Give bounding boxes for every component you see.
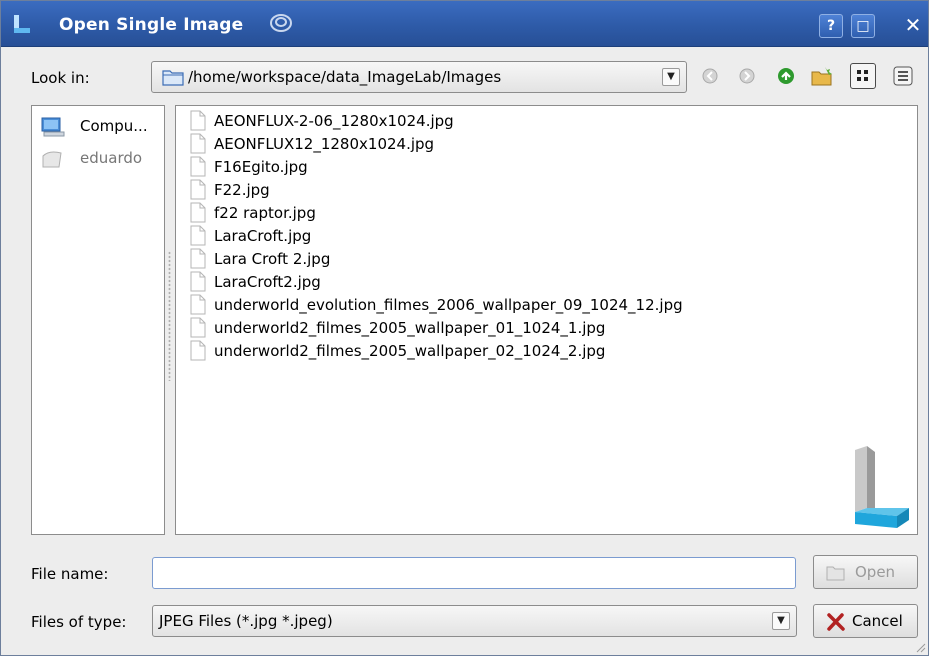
file-name-label-text: File name: xyxy=(31,565,109,583)
file-icon xyxy=(190,248,206,269)
file-icon xyxy=(190,110,206,131)
resize-grip-icon[interactable] xyxy=(914,641,926,653)
file-name: LaraCroft.jpg xyxy=(214,227,312,245)
splitter-handle[interactable] xyxy=(168,251,171,381)
open-folder-icon xyxy=(826,566,845,581)
sidebar-item-label: eduardo xyxy=(80,149,143,167)
sidebar-item-computer[interactable]: Compu... xyxy=(40,114,164,138)
file-icon xyxy=(190,340,206,361)
file-name: F16Egito.jpg xyxy=(214,158,308,176)
open-image-dialog: Open Single Image ? □ ✕ Look in: /home/w… xyxy=(0,0,929,656)
computer-icon xyxy=(41,117,65,137)
swirl-icon xyxy=(270,14,292,32)
file-icon xyxy=(190,202,206,223)
window-title: Open Single Image xyxy=(59,15,244,35)
folder-icon xyxy=(162,70,184,86)
file-name: AEONFLUX12_1280x1024.jpg xyxy=(214,135,435,153)
home-folder-icon xyxy=(42,151,62,168)
open-button-label: Open xyxy=(855,563,896,581)
file-icon xyxy=(190,133,206,154)
file-name: AEONFLUX-2-06_1280x1024.jpg xyxy=(214,112,454,130)
up-arrow-icon[interactable] xyxy=(774,64,798,88)
file-list: AEONFLUX-2-06_1280x1024.jpg AEONFLUX12_1… xyxy=(175,105,918,535)
file-icon xyxy=(190,156,206,177)
look-in-path: /home/workspace/data_ImageLab/Images xyxy=(188,68,502,86)
chevron-down-icon[interactable]: ▼ xyxy=(662,68,680,86)
cancel-button[interactable]: Cancel xyxy=(813,604,918,638)
file-icon xyxy=(190,225,206,246)
close-button[interactable]: ✕ xyxy=(898,14,928,38)
cancel-button-label: Cancel xyxy=(852,612,903,630)
app-logo-icon xyxy=(14,15,30,33)
maximize-button[interactable]: □ xyxy=(851,14,875,38)
file-name: Lara Croft 2.jpg xyxy=(214,250,331,268)
file-name: underworld_evolution_filmes_2006_wallpap… xyxy=(214,296,683,314)
file-icon xyxy=(190,179,206,200)
detail-view-icon[interactable] xyxy=(850,63,876,89)
file-icon xyxy=(190,294,206,315)
file-name: f22 raptor.jpg xyxy=(214,204,316,222)
cancel-x-icon xyxy=(827,613,845,631)
back-arrow-icon[interactable] xyxy=(698,64,722,88)
help-button[interactable]: ? xyxy=(819,14,843,38)
open-button[interactable]: Open xyxy=(813,555,918,589)
file-name: F22.jpg xyxy=(214,181,270,199)
forward-arrow-icon[interactable] xyxy=(735,64,759,88)
look-in-label: Look in: xyxy=(31,69,90,87)
files-of-type-combo[interactable]: JPEG Files (*.jpg *.jpeg) ▼ xyxy=(152,605,797,637)
places-sidebar: Compu... eduardo xyxy=(31,105,165,535)
file-icon xyxy=(190,317,206,338)
sidebar-item-label: Compu... xyxy=(80,117,148,135)
file-name-label: File name: xyxy=(31,565,108,583)
chevron-down-icon[interactable]: ▼ xyxy=(772,612,790,630)
title-bar[interactable]: Open Single Image ? □ ✕ xyxy=(1,1,928,47)
file-name: underworld2_filmes_2005_wallpaper_01_102… xyxy=(214,319,606,337)
files-of-type-value: JPEG Files (*.jpg *.jpeg) xyxy=(159,612,333,630)
file-name: underworld2_filmes_2005_wallpaper_02_102… xyxy=(214,342,606,360)
file-icon xyxy=(190,271,206,292)
new-folder-icon[interactable] xyxy=(810,64,834,88)
list-view-icon[interactable] xyxy=(891,64,915,88)
file-name: LaraCroft2.jpg xyxy=(214,273,321,291)
file-name-input[interactable] xyxy=(152,557,796,589)
app-watermark-logo-icon xyxy=(855,446,909,528)
files-of-type-label: Files of type: xyxy=(31,613,127,631)
sidebar-item-eduardo[interactable]: eduardo xyxy=(40,146,164,170)
look-in-combo[interactable]: /home/workspace/data_ImageLab/Images ▼ xyxy=(151,61,687,93)
